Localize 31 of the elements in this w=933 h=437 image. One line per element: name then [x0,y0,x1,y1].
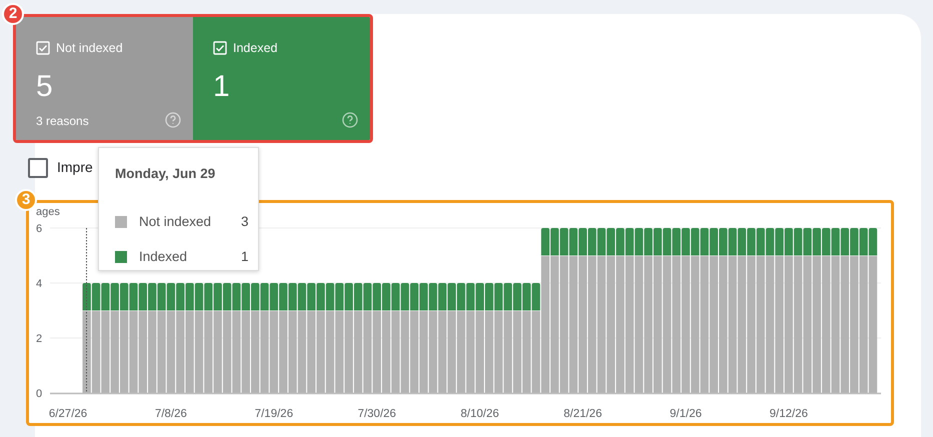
axis-tick-label: 7/19/26 [254,408,294,420]
help-icon[interactable] [342,112,358,128]
axis-tick-label: 7/8/26 [154,408,187,420]
tile-count: 5 [36,72,54,102]
checkbox[interactable] [28,158,48,178]
series-label: Not indexed [139,212,212,231]
axis-tick-label: 6/27/26 [48,408,88,420]
series-value: 1 [241,248,249,266]
axis-tick-label: 9/12/26 [770,408,808,420]
tile-label: Indexed [233,40,278,57]
axis-tick-label: 8/10/26 [460,408,500,420]
axis-tick-label: 7/30/26 [358,408,396,420]
status-tile[interactable]: Not indexed 5 3 reasons [16,17,193,140]
series-label: Indexed [139,248,188,266]
tile-label: Not indexed [56,40,123,57]
axis-tick-label: 0 [36,388,42,400]
tile-subtitle: 3 reasons [36,112,89,130]
tooltip-title: Monday, Jun 29 [115,165,216,183]
axis-tick-label: 2 [36,333,42,345]
axis-title: ages [36,206,60,218]
checkbox-label: Impre [57,158,93,177]
tile-count: 1 [213,72,231,102]
axis-tick-label: 9/1/26 [670,408,702,420]
axis-tick-label: 8/21/26 [564,408,602,420]
callout-number: 3 [15,189,37,211]
axis-tick-label: 6 [36,223,42,235]
axis-tick-label: 4 [36,278,42,290]
callout-number: 2 [2,3,24,25]
status-tile[interactable]: Indexed 1 [193,17,370,140]
series-value: 3 [241,212,249,231]
help-icon[interactable] [165,112,181,128]
